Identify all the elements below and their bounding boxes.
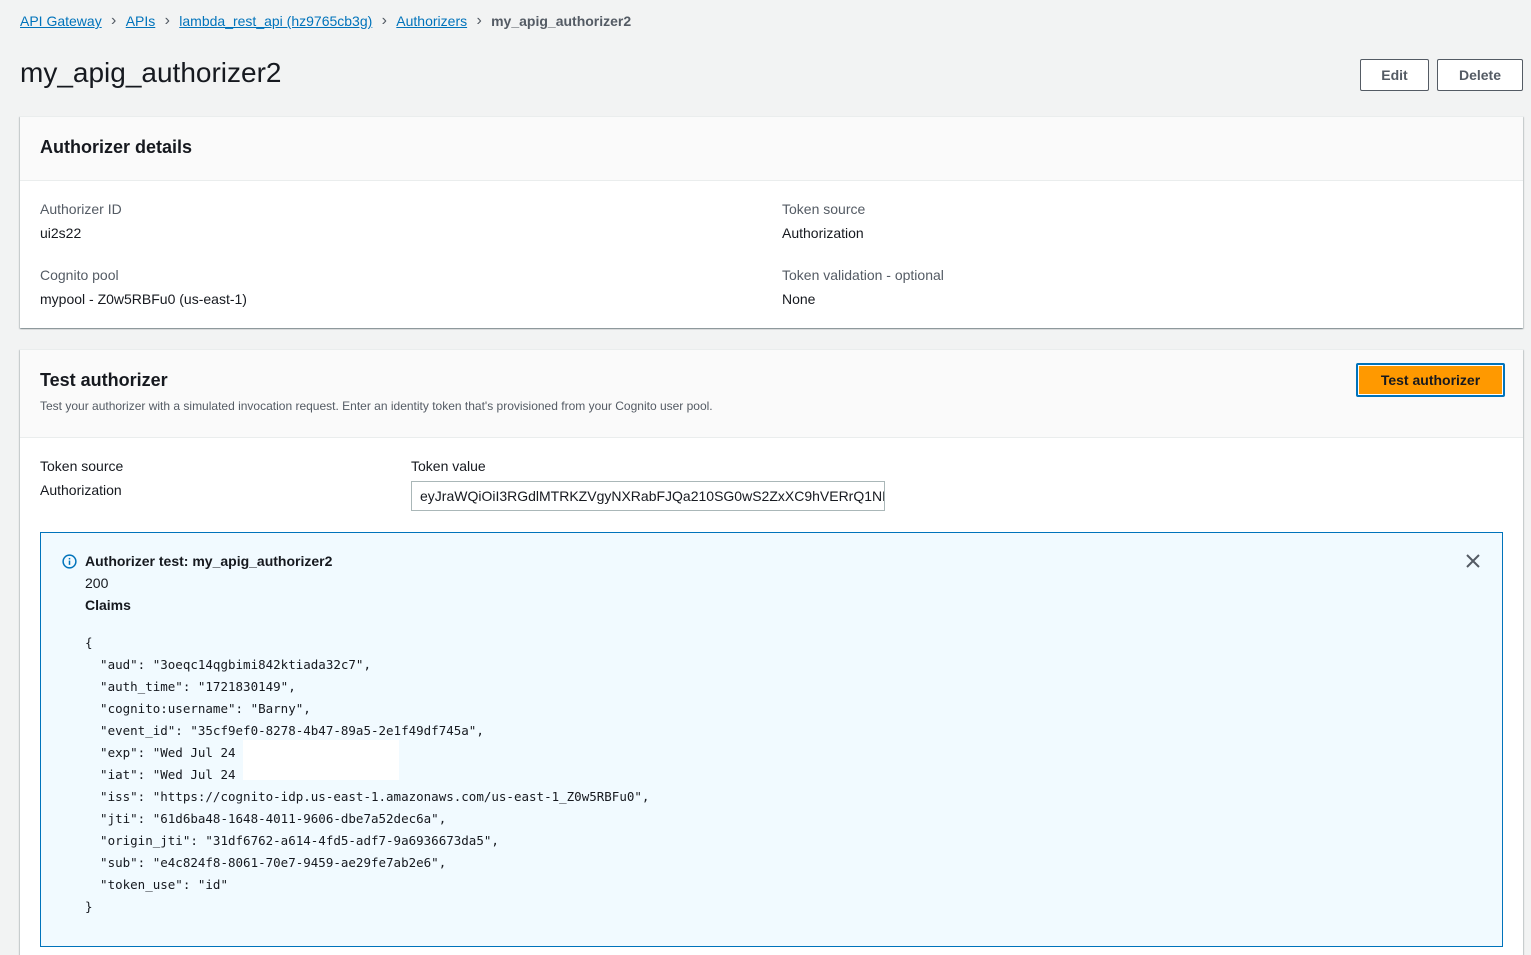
result-status-code: 200 <box>85 575 109 591</box>
breadcrumb-link-apis[interactable]: APIs <box>126 13 156 29</box>
token-source-label: Token source <box>782 201 866 217</box>
redaction-block <box>243 740 399 780</box>
token-validation-value: None <box>782 291 816 307</box>
result-claims-label: Claims <box>85 597 131 613</box>
authorizer-id-field: Authorizer ID ui2s22 <box>40 200 122 242</box>
test-token-source-label: Token source <box>40 458 124 474</box>
breadcrumb: API Gateway › APIs › lambda_rest_api (hz… <box>20 10 631 32</box>
test-token-source-value: Authorization <box>40 482 122 498</box>
authorizer-id-value: ui2s22 <box>40 225 82 241</box>
token-value-field: Token value <box>411 457 486 475</box>
test-authorizer-title: Test authorizer <box>40 370 168 390</box>
close-icon[interactable] <box>1465 553 1481 569</box>
test-authorizer-header: Test authorizer Test your authorizer wit… <box>20 350 1523 438</box>
cognito-pool-label: Cognito pool <box>40 267 119 283</box>
breadcrumb-link-api-gateway[interactable]: API Gateway <box>20 13 102 29</box>
result-title: Authorizer test: my_apig_authorizer2 <box>85 553 333 569</box>
chevron-right-icon: › <box>111 12 117 29</box>
page-title: my_apig_authorizer2 <box>20 57 282 88</box>
info-icon <box>62 554 77 569</box>
token-value-input[interactable]: eyJraWQiOiI3RGdlMTRKZVgyNXRabFJQa210SG0w… <box>411 481 885 511</box>
test-token-source-field: Token source Authorization <box>40 457 123 499</box>
authorizer-details-panel: Authorizer details Authorizer ID ui2s22 … <box>20 116 1523 328</box>
breadcrumb-current: my_apig_authorizer2 <box>491 13 632 29</box>
cognito-pool-field: Cognito pool mypool - Z0w5RBFu0 (us-east… <box>40 266 247 308</box>
token-source-field: Token source Authorization <box>782 200 865 242</box>
authorizer-id-label: Authorizer ID <box>40 201 122 217</box>
breadcrumb-link-authorizers[interactable]: Authorizers <box>396 13 467 29</box>
delete-button[interactable]: Delete <box>1437 59 1523 91</box>
authorizer-details-header: Authorizer details <box>20 117 1523 181</box>
cognito-pool-value: mypool - Z0w5RBFu0 (us-east-1) <box>40 291 247 307</box>
breadcrumb-link-rest-api[interactable]: lambda_rest_api (hz9765cb3g) <box>179 13 372 29</box>
token-validation-field: Token validation - optional None <box>782 266 944 308</box>
token-source-value: Authorization <box>782 225 864 241</box>
authorizer-test-result-alert: Authorizer test: my_apig_authorizer2 200… <box>40 532 1503 947</box>
test-authorizer-description: Test your authorizer with a simulated in… <box>40 399 713 413</box>
token-value-label: Token value <box>411 458 486 474</box>
chevron-right-icon: › <box>164 12 170 29</box>
edit-button[interactable]: Edit <box>1360 59 1429 91</box>
chevron-right-icon: › <box>381 12 387 29</box>
token-validation-label: Token validation - optional <box>782 267 944 283</box>
chevron-right-icon: › <box>476 12 482 29</box>
authorizer-details-title: Authorizer details <box>40 137 193 157</box>
test-authorizer-panel: Test authorizer Test your authorizer wit… <box>20 349 1523 955</box>
test-authorizer-button[interactable]: Test authorizer <box>1356 363 1505 397</box>
